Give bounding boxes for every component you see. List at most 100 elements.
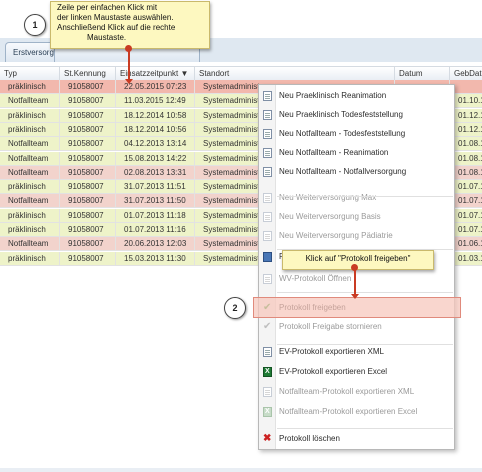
menu-item-label: Protokoll löschen	[279, 434, 340, 443]
doc-icon	[263, 231, 272, 241]
step-number-1: 1	[24, 14, 46, 36]
cell-st-kennung: 91058007	[60, 122, 116, 137]
menu-item-ev-protokoll-exportieren-xml[interactable]: EV-Protokoll exportieren XML	[259, 343, 454, 361]
excel-icon	[263, 403, 272, 421]
menu-item-neu-notfallteam-notfallversorgung[interactable]: Neu Notfallteam - Notfallversorgung	[259, 163, 454, 181]
cell-einsatzzeitpunkt: 15.08.2013 14:22	[116, 151, 195, 166]
cell-st-kennung: 91058007	[60, 94, 116, 109]
column-header-standort[interactable]: Standort	[195, 67, 395, 80]
callout-2-text: Klick auf "Protokoll freigeben"	[305, 254, 411, 263]
callout-step-1: Zeile per einfachen Klick mit der linken…	[50, 1, 210, 49]
column-header-gebdatum[interactable]: GebDatum	[450, 67, 482, 80]
cell-typ: präklinisch	[0, 223, 60, 237]
cell-typ: präklinisch	[0, 251, 60, 266]
cell-st-kennung: 91058007	[60, 108, 116, 123]
menu-item-notfallteam-protokoll-exportieren-excel[interactable]: Notfallteam-Protokoll exportieren Excel	[259, 403, 454, 421]
menu-item-neu-weiterversorgung-pädiatrie[interactable]: Neu Weiterversorgung Pädiatrie	[259, 227, 454, 245]
menu-item-label: Neu Notfallteam - Todesfeststellung	[279, 129, 406, 138]
menu-item-neu-notfallteam-reanimation[interactable]: Neu Notfallteam - Reanimation	[259, 144, 454, 162]
menu-item-neu-praeklinisch-reanimation[interactable]: Neu Praeklinisch Reanimation	[259, 87, 454, 105]
menu-item-protokoll-freigabe-stornieren[interactable]: ✔ Protokoll Freigabe stornieren	[259, 318, 454, 336]
menu-item-label: Neu Praeklinisch Reanimation	[279, 91, 387, 100]
menu-item-label: Neu Weiterversorgung Max	[279, 193, 377, 202]
doc-icon	[263, 91, 272, 101]
column-header-st-kennung[interactable]: St.Kennung	[60, 67, 116, 80]
cell-st-kennung: 91058007	[60, 137, 116, 152]
menu-item-label: Neu Notfallteam - Notfallversorgung	[279, 167, 407, 176]
column-header-typ[interactable]: Typ	[0, 67, 60, 80]
cell-einsatzzeitpunkt: 15.03.2013 11:30	[116, 251, 195, 266]
step-number-2: 2	[224, 297, 246, 319]
callout-1-line-3: Anschließend Klick auf die rechte	[57, 23, 176, 32]
menu-separator	[277, 196, 453, 197]
menu-separator	[277, 292, 453, 293]
cell-typ: präklinisch	[0, 80, 60, 94]
cell-typ: Notfallteam	[0, 194, 60, 209]
menu-item-label: Notfallteam-Protokoll exportieren Excel	[279, 407, 418, 416]
grid-header: Typ St.Kennung Einsatzzeitpunkt ▼ Stando…	[0, 66, 482, 81]
arrow-to-menu-item	[351, 268, 359, 299]
cell-einsatzzeitpunkt: 01.07.2013 11:18	[116, 208, 195, 223]
callout-1-line-1: Zeile per einfachen Klick mit	[57, 3, 158, 12]
callout-1-line-2: der linken Maustaste auswählen.	[57, 13, 174, 22]
menu-item-label: Neu Praeklinisch Todesfeststellung	[279, 110, 403, 119]
cell-einsatzzeitpunkt: 31.07.2013 11:50	[116, 194, 195, 209]
menu-item-neu-praeklinisch-todesfeststellung[interactable]: Neu Praeklinisch Todesfeststellung	[259, 106, 454, 124]
cell-st-kennung: 91058007	[60, 208, 116, 223]
cell-einsatzzeitpunkt: 20.06.2013 12:03	[116, 237, 195, 252]
cell-st-kennung: 91058007	[60, 251, 116, 266]
doc-icon	[263, 148, 272, 158]
menu-item-ev-protokoll-exportieren-excel[interactable]: EV-Protokoll exportieren Excel	[259, 363, 454, 381]
doc-icon	[263, 193, 272, 203]
menu-item-label: Protokoll Freigabe stornieren	[279, 322, 382, 331]
menu-item-label: EV-Protokoll exportieren XML	[279, 347, 384, 356]
cell-einsatzzeitpunkt: 18.12.2014 10:56	[116, 122, 195, 137]
arrow-to-row	[125, 49, 133, 84]
cell-einsatzzeitpunkt: 01.07.2013 11:16	[116, 223, 195, 237]
cell-typ: Notfallteam	[0, 151, 60, 166]
arrow-dot-1	[125, 45, 132, 52]
menu-item-wv-protokoll-öffnen[interactable]: WV-Protokoll Öffnen	[259, 270, 454, 288]
delete-icon: ✖	[263, 433, 272, 444]
menu-item-notfallteam-protokoll-exportieren-xml[interactable]: Notfallteam-Protokoll exportieren XML	[259, 383, 454, 401]
cell-einsatzzeitpunkt: 18.12.2014 10:58	[116, 108, 195, 123]
cell-typ: präklinisch	[0, 122, 60, 137]
cell-st-kennung: 91058007	[60, 165, 116, 180]
cell-typ: präklinisch	[0, 208, 60, 223]
cell-typ: Notfallteam	[0, 165, 60, 180]
cell-einsatzzeitpunkt: 11.03.2015 12:49	[116, 94, 195, 109]
bottom-border	[0, 468, 482, 472]
menu-item-neu-notfallteam-todesfeststellung[interactable]: Neu Notfallteam - Todesfeststellung	[259, 125, 454, 143]
cell-typ: Notfallteam	[0, 237, 60, 252]
doc-icon	[263, 274, 272, 284]
callout-step-2: Klick auf "Protokoll freigeben"	[282, 250, 434, 270]
cell-einsatzzeitpunkt: 02.08.2013 13:31	[116, 165, 195, 180]
cell-st-kennung: 91058007	[60, 237, 116, 252]
doc-icon	[263, 167, 272, 177]
excel-icon	[263, 363, 272, 381]
callout-1-line-4: Maustaste.	[87, 33, 127, 42]
cell-st-kennung: 91058007	[60, 80, 116, 94]
column-header-datum[interactable]: Datum	[395, 67, 450, 80]
doc-icon	[263, 129, 272, 139]
menu-item-label: Neu Notfallteam - Reanimation	[279, 148, 389, 157]
doc-icon	[263, 347, 272, 357]
cell-einsatzzeitpunkt: 31.07.2013 11:51	[116, 180, 195, 195]
cell-einsatzzeitpunkt: 04.12.2013 13:14	[116, 137, 195, 152]
menu-separator	[277, 428, 453, 429]
menu-item-neu-weiterversorgung-basis[interactable]: Neu Weiterversorgung Basis	[259, 208, 454, 226]
check-icon: ✔	[263, 321, 272, 332]
menu-item-label: WV-Protokoll Öffnen	[279, 274, 352, 283]
doc-icon	[263, 212, 272, 222]
cell-typ: Notfallteam	[0, 137, 60, 152]
menu-item-label: Neu Weiterversorgung Basis	[279, 212, 381, 221]
cell-st-kennung: 91058007	[60, 223, 116, 237]
print-icon	[263, 252, 272, 262]
cell-st-kennung: 91058007	[60, 151, 116, 166]
menu-item-protokoll-löschen[interactable]: ✖ Protokoll löschen	[259, 430, 454, 448]
menu-item-label: EV-Protokoll exportieren Excel	[279, 367, 388, 376]
cell-typ: Notfallteam	[0, 94, 60, 109]
menu-item-neu-weiterversorgung-max[interactable]: Neu Weiterversorgung Max	[259, 189, 454, 207]
menu-item-label: Notfallteam-Protokoll exportieren XML	[279, 387, 415, 396]
cell-st-kennung: 91058007	[60, 180, 116, 195]
